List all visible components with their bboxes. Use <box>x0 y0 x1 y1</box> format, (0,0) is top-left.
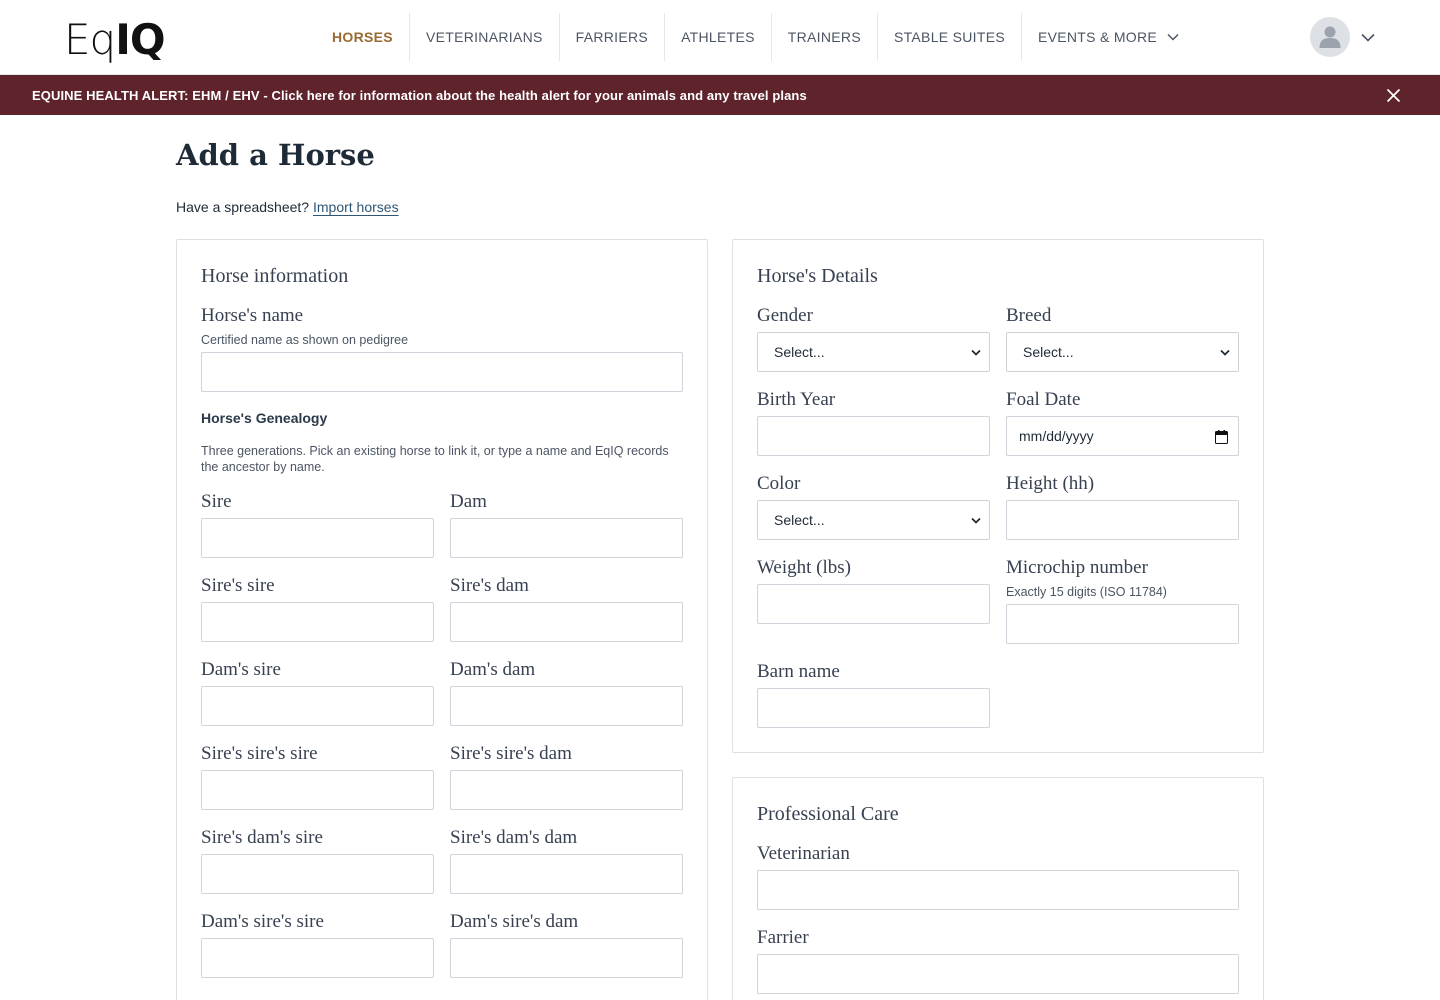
foal-date-input[interactable]: mm/dd/yyyy <box>1006 416 1239 456</box>
weight-label: Weight (lbs) <box>757 557 851 578</box>
card-title: Horse information <box>201 265 349 287</box>
barn-name-label: Barn name <box>757 661 840 682</box>
sires-dam-label: Sire's dam <box>450 575 529 596</box>
page-title: Add a Horse <box>176 138 375 172</box>
nav-item-events-more[interactable]: EVENTS & MORE <box>1022 13 1195 61</box>
color-label: Color <box>757 473 801 494</box>
dams-sires-dam-label: Dam's sire's dam <box>450 911 579 932</box>
horse-information-card: Horse information Horse's name Certified… <box>176 239 708 1000</box>
sires-sires-dam-input[interactable] <box>450 770 683 810</box>
logo-text-light: Eq <box>64 14 116 64</box>
weight-input[interactable] <box>757 584 990 624</box>
microchip-label: Microchip number <box>1006 557 1148 578</box>
sires-sires-dam-label: Sire's sire's dam <box>450 743 572 764</box>
sires-sires-sire-input[interactable] <box>201 770 434 810</box>
genealogy-heading: Horse's Genealogy <box>201 410 328 426</box>
user-avatar[interactable] <box>1310 17 1350 57</box>
nav-item-farriers[interactable]: FARRIERS <box>560 13 666 61</box>
color-select[interactable]: Select... <box>757 500 990 540</box>
microchip-input[interactable] <box>1006 604 1239 644</box>
foal-date-label: Foal Date <box>1006 389 1081 410</box>
sires-dams-sire-label: Sire's dam's sire <box>201 827 323 848</box>
user-icon <box>1319 26 1341 48</box>
sires-sires-sire-label: Sire's sire's sire <box>201 743 318 764</box>
nav-item-trainers[interactable]: TRAINERS <box>772 13 878 61</box>
dam-label: Dam <box>450 491 487 512</box>
sire-label: Sire <box>201 491 232 512</box>
dams-dam-label: Dam's dam <box>450 659 536 680</box>
height-input[interactable] <box>1006 500 1239 540</box>
nav-label: VETERINARIANS <box>425 29 543 45</box>
horse-name-hint: Certified name as shown on pedigree <box>201 333 409 347</box>
close-icon[interactable] <box>1386 88 1401 103</box>
farrier-input[interactable] <box>757 954 1239 994</box>
nav-label: FARRIERS <box>575 29 649 45</box>
import-prompt: Have a spreadsheet? Import horses <box>176 199 399 215</box>
nav-label: TRAINERS <box>787 29 861 45</box>
date-placeholder: mm/dd/yyyy <box>1019 428 1094 444</box>
import-prefix: Have a spreadsheet? <box>176 199 313 215</box>
dams-sires-dam-input[interactable] <box>450 938 683 978</box>
main-nav: HORSES VETERINARIANS FARRIERS ATHLETES T… <box>316 13 1195 61</box>
barn-name-input[interactable] <box>757 688 990 728</box>
dams-sire-label: Dam's sire <box>201 659 281 680</box>
birth-year-input[interactable] <box>757 416 990 456</box>
select-value: Select... <box>774 344 825 360</box>
dams-sires-sire-input[interactable] <box>201 938 434 978</box>
dams-dam-input[interactable] <box>450 686 683 726</box>
alert-text[interactable]: EQUINE HEALTH ALERT: EHM / EHV - Click h… <box>32 88 807 103</box>
select-value: Select... <box>774 512 825 528</box>
horse-name-label: Horse's name <box>201 305 304 326</box>
dam-input[interactable] <box>450 518 683 558</box>
nav-label: ATHLETES <box>681 29 755 45</box>
logo-text-bold: IQ <box>115 14 165 64</box>
height-label: Height (hh) <box>1006 473 1095 494</box>
sires-sire-input[interactable] <box>201 602 434 642</box>
nav-item-horses[interactable]: HORSES <box>316 13 410 61</box>
health-alert-banner[interactable]: EQUINE HEALTH ALERT: EHM / EHV - Click h… <box>0 75 1440 115</box>
sires-dam-input[interactable] <box>450 602 683 642</box>
eqiq-logo[interactable]: Eq IQ <box>64 14 166 64</box>
card-title: Professional Care <box>757 803 899 825</box>
sires-dams-dam-label: Sire's dam's dam <box>450 827 578 848</box>
microchip-hint: Exactly 15 digits (ISO 11784) <box>1006 585 1167 599</box>
chevron-down-icon[interactable] <box>1361 33 1375 42</box>
sires-sire-label: Sire's sire <box>201 575 275 596</box>
gender-label: Gender <box>757 305 813 326</box>
dams-sire-input[interactable] <box>201 686 434 726</box>
card-title: Horse's Details <box>757 265 878 287</box>
nav-item-veterinarians[interactable]: VETERINARIANS <box>410 13 560 61</box>
nav-label: HORSES <box>332 29 393 45</box>
chevron-down-icon <box>971 349 981 356</box>
site-header: Eq IQ HORSES VETERINARIANS FARRIERS ATHLE… <box>0 0 1440 75</box>
farrier-label: Farrier <box>757 927 809 948</box>
chevron-down-icon <box>1167 33 1179 41</box>
nav-item-stable-suites[interactable]: STABLE SUITES <box>878 13 1022 61</box>
nav-label: EVENTS & MORE <box>1037 29 1158 45</box>
dams-sires-sire-label: Dam's sire's sire <box>201 911 324 932</box>
gender-select[interactable]: Select... <box>757 332 990 372</box>
nav-label: STABLE SUITES <box>893 29 1005 45</box>
breed-select[interactable]: Select... <box>1006 332 1239 372</box>
calendar-icon[interactable] <box>1215 430 1228 444</box>
horse-details-card: Horse's Details Gender Select... Breed S… <box>732 239 1264 753</box>
veterinarian-input[interactable] <box>757 870 1239 910</box>
sires-dams-dam-input[interactable] <box>450 854 683 894</box>
professional-care-card: Professional Care Veterinarian Farrier <box>732 777 1264 1000</box>
chevron-down-icon <box>1220 349 1230 356</box>
import-horses-link[interactable]: Import horses <box>313 199 399 215</box>
breed-label: Breed <box>1006 305 1052 326</box>
select-value: Select... <box>1023 344 1074 360</box>
sires-dams-sire-input[interactable] <box>201 854 434 894</box>
birth-year-label: Birth Year <box>757 389 836 410</box>
genealogy-description: Three generations. Pick an existing hors… <box>201 444 669 474</box>
sire-input[interactable] <box>201 518 434 558</box>
horse-name-input[interactable] <box>201 352 683 392</box>
veterinarian-label: Veterinarian <box>757 843 850 864</box>
nav-item-athletes[interactable]: ATHLETES <box>665 13 772 61</box>
chevron-down-icon <box>971 517 981 524</box>
